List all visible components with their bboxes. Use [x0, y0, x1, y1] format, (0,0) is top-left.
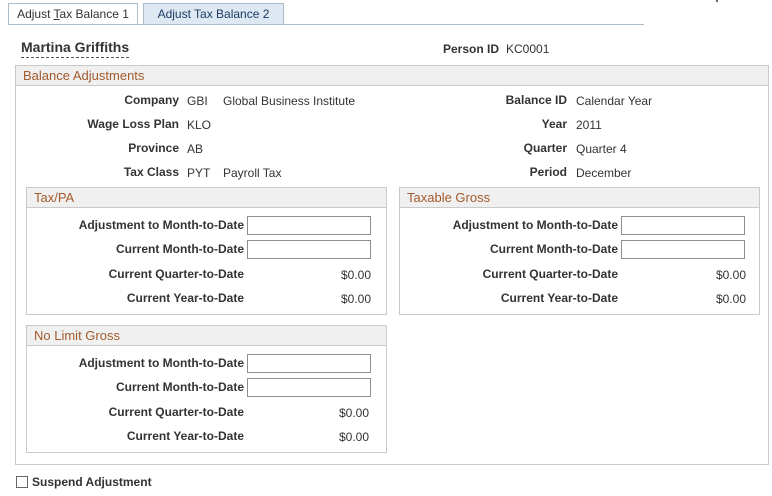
taxpa-cur-ytd-label: Current Year-to-Date	[126, 291, 244, 305]
taxpa-cur-ytd-value: $0.00	[340, 292, 371, 306]
taxpa-cur-qtd-label: Current Quarter-to-Date	[108, 267, 244, 281]
nolimit-cur-ytd-label: Current Year-to-Date	[126, 429, 244, 443]
company-name: Global Business Institute	[223, 94, 356, 108]
taxable-cur-ytd-label: Current Year-to-Date	[500, 291, 618, 305]
taxable-cur-qtd-label: Current Quarter-to-Date	[482, 267, 618, 281]
taxpa-cur-qtd-value: $0.00	[340, 268, 371, 282]
taxable-gross-title: Taxable Gross	[407, 190, 491, 205]
tab-label-post: ax Balance 1	[59, 7, 129, 21]
company-code: GBI	[187, 94, 208, 108]
period-label: Period	[529, 165, 567, 179]
tax-pa-title: Tax/PA	[34, 190, 75, 205]
tab-adjust-tax-balance-2[interactable]: Adjust Tax Balance 2	[143, 3, 284, 24]
employee-name[interactable]: Martina Griffiths	[21, 39, 130, 58]
balance-id-label: Balance ID	[505, 93, 567, 107]
suspend-adjustment-checkbox[interactable]	[16, 476, 28, 488]
tab-adjust-tax-balance-1[interactable]: Adjust Tax Balance 1	[8, 3, 138, 24]
taxable-cur-qtd-value: $0.00	[715, 268, 746, 282]
tab-label-pre: Adjust	[17, 7, 54, 21]
taxpa-cur-mtd-input[interactable]	[247, 240, 371, 259]
period-value: December	[576, 166, 632, 180]
nolimit-adj-mtd-input[interactable]	[247, 354, 371, 373]
taxable-adj-mtd-input[interactable]	[621, 216, 745, 235]
nolimit-cur-qtd-label: Current Quarter-to-Date	[108, 405, 244, 419]
year-value: 2011	[576, 118, 602, 132]
no-limit-gross-title: No Limit Gross	[34, 328, 120, 343]
company-label: Company	[124, 93, 179, 107]
tab-underline	[8, 24, 644, 25]
taxable-cur-ytd-value: $0.00	[715, 292, 746, 306]
wage-loss-plan-label: Wage Loss Plan	[87, 117, 179, 131]
tax-class-code: PYT	[187, 166, 211, 180]
taxpa-adj-mtd-label: Adjustment to Month-to-Date	[78, 218, 244, 232]
corner-mark	[716, 0, 718, 2]
quarter-value: Quarter 4	[576, 142, 627, 156]
tax-class-name: Payroll Tax	[223, 166, 282, 180]
taxable-adj-mtd-label: Adjustment to Month-to-Date	[452, 218, 618, 232]
no-limit-gross-header: No Limit Gross	[27, 326, 386, 346]
nolimit-cur-qtd-value: $0.00	[338, 406, 369, 420]
year-label: Year	[541, 117, 567, 131]
tax-class-label: Tax Class	[123, 165, 179, 179]
nolimit-adj-mtd-label: Adjustment to Month-to-Date	[78, 356, 244, 370]
quarter-label: Quarter	[523, 141, 567, 155]
nolimit-cur-ytd-value: $0.00	[338, 430, 369, 444]
nolimit-cur-mtd-label: Current Month-to-Date	[116, 380, 244, 394]
suspend-adjustment-label[interactable]: Suspend Adjustment	[32, 475, 152, 489]
wage-loss-plan-code: KLO	[187, 118, 212, 132]
taxable-cur-mtd-input[interactable]	[621, 240, 745, 259]
taxable-gross-header: Taxable Gross	[400, 188, 759, 208]
taxpa-cur-mtd-label: Current Month-to-Date	[116, 242, 244, 256]
balance-adjustments-title: Balance Adjustments	[23, 68, 145, 83]
taxpa-adj-mtd-input[interactable]	[247, 216, 371, 235]
province-code: AB	[187, 142, 204, 156]
balance-adjustments-header: Balance Adjustments	[16, 66, 768, 86]
balance-id-value: Calendar Year	[576, 94, 653, 108]
province-label: Province	[128, 141, 179, 155]
tax-pa-header: Tax/PA	[27, 188, 386, 208]
person-id-label: Person ID	[443, 42, 500, 56]
taxable-cur-mtd-label: Current Month-to-Date	[490, 242, 618, 256]
person-id-value: KC0001	[506, 42, 550, 56]
nolimit-cur-mtd-input[interactable]	[247, 378, 371, 397]
